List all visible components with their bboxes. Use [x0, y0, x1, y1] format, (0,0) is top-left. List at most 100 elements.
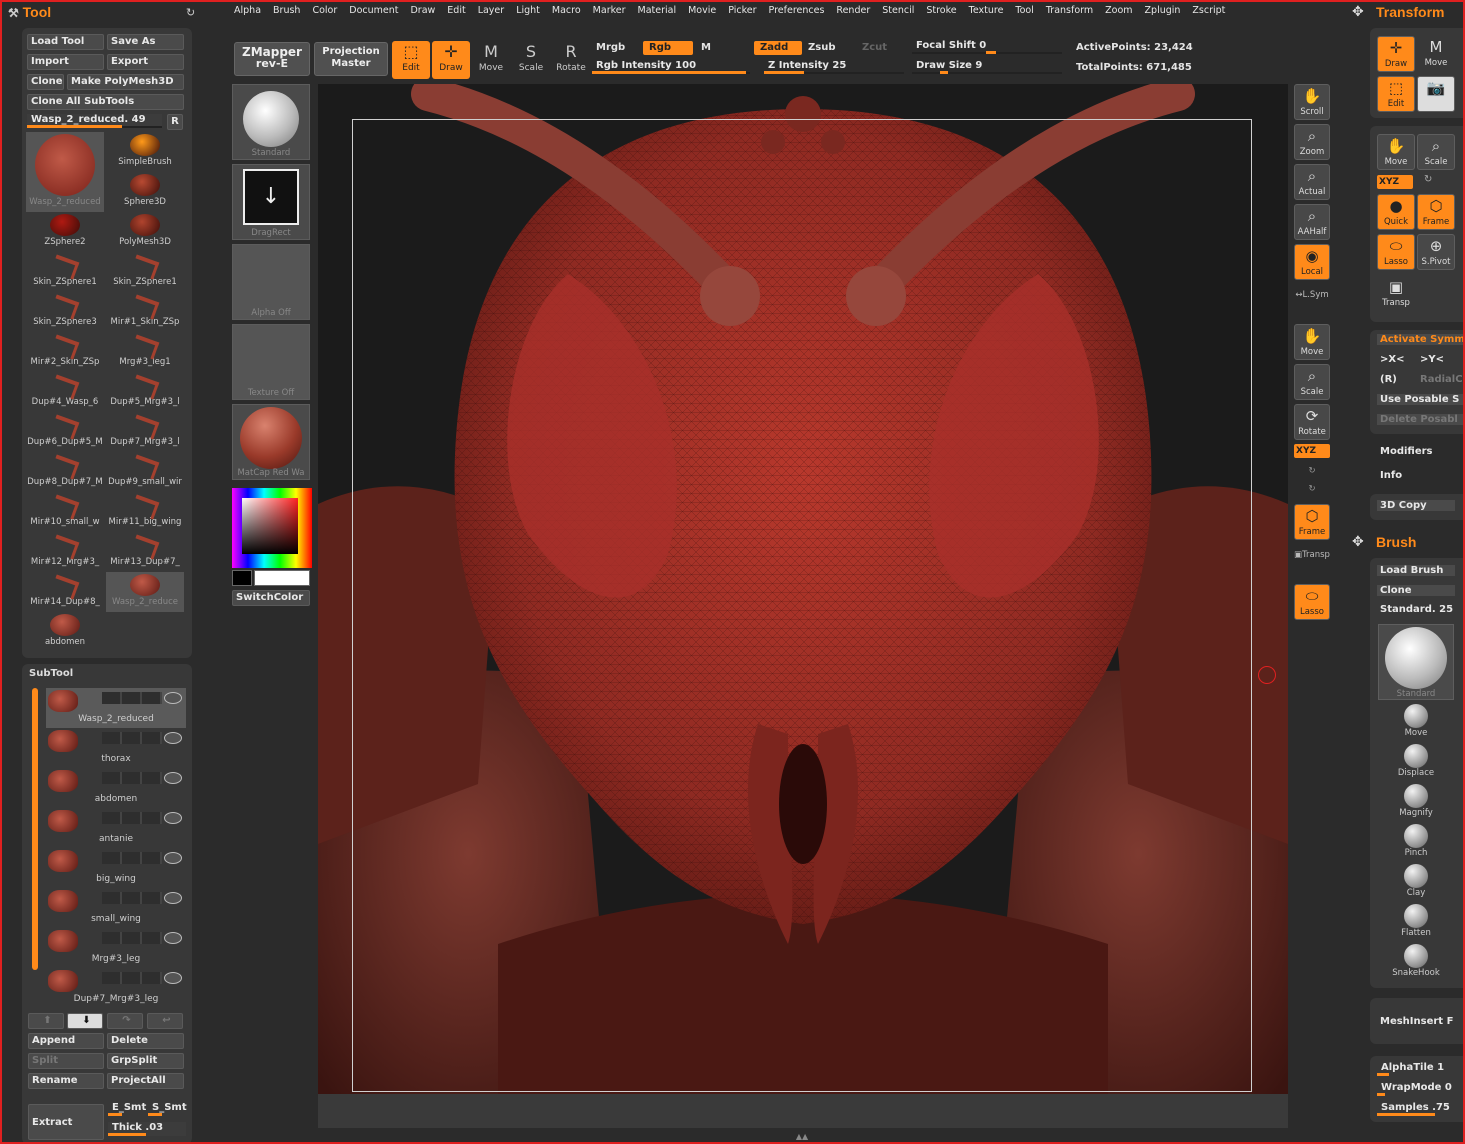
scale-mode-button[interactable]: S Scale: [512, 41, 550, 79]
tool-item[interactable]: PolyMesh3D: [106, 212, 184, 252]
canvas-viewport[interactable]: [318, 84, 1288, 1128]
transform-lasso-button[interactable]: ⬭ Lasso: [1377, 234, 1415, 270]
x-symmetry-toggle[interactable]: >X<: [1380, 354, 1404, 365]
material-selector[interactable]: MatCap Red Wa: [232, 404, 310, 480]
shelf-frame-button[interactable]: ⬡ Frame: [1294, 504, 1330, 540]
current-brush-tile[interactable]: Standard: [1378, 624, 1454, 700]
transform-move2-button[interactable]: ✋ Move: [1377, 134, 1415, 170]
tool-item[interactable]: Mir#13_Dup#7_: [106, 532, 184, 572]
visibility-eye-icon[interactable]: [164, 892, 182, 904]
samples-slider[interactable]: Samples .75: [1377, 1102, 1465, 1116]
menu-stencil[interactable]: Stencil: [876, 4, 920, 20]
rgb-toggle[interactable]: Rgb: [643, 41, 693, 55]
menu-light[interactable]: Light: [510, 4, 546, 20]
save-as-button[interactable]: Save As: [107, 34, 184, 50]
shelf-xyz-button[interactable]: XYZ: [1294, 444, 1330, 458]
current-tool-slider[interactable]: Wasp_2_reduced. 49: [27, 114, 162, 128]
menu-render[interactable]: Render: [830, 4, 876, 20]
menu-alpha[interactable]: Alpha: [228, 4, 267, 20]
alpha-tile-slider[interactable]: AlphaTile 1: [1377, 1062, 1465, 1076]
edit-mode-button[interactable]: ⬚ Edit: [392, 41, 430, 79]
tool-item[interactable]: Dup#9_small_wir: [106, 452, 184, 492]
subtool-item[interactable]: big_wing: [46, 848, 186, 888]
zmapper-button[interactable]: ZMapper rev-E: [234, 42, 310, 76]
rename-button[interactable]: Rename: [28, 1073, 104, 1089]
use-posable-symmetry-button[interactable]: Use Posable S: [1377, 394, 1465, 405]
load-tool-button[interactable]: Load Tool: [27, 34, 104, 50]
secondary-color-swatch[interactable]: [232, 570, 252, 586]
grpsplit-button[interactable]: GrpSplit: [107, 1053, 184, 1069]
menu-brush[interactable]: Brush: [267, 4, 306, 20]
transform-transp-button[interactable]: ▣ Transp: [1377, 276, 1415, 312]
menu-zplugin[interactable]: Zplugin: [1139, 4, 1187, 20]
subtool-item[interactable]: Dup#7_Mrg#3_leg: [46, 968, 186, 1008]
clone-button[interactable]: Clone: [27, 74, 64, 90]
import-button[interactable]: Import: [27, 54, 104, 70]
texture-selector[interactable]: Texture Off: [232, 324, 310, 400]
subtool-item[interactable]: small_wing: [46, 888, 186, 928]
subtool-scrollbar[interactable]: [32, 688, 38, 970]
info-section[interactable]: Info: [1380, 470, 1402, 481]
tool-item[interactable]: Mir#12_Mrg#3_: [26, 532, 104, 572]
shelf-lasso-button[interactable]: ⬭ Lasso: [1294, 584, 1330, 620]
alpha-selector[interactable]: Alpha Off: [232, 244, 310, 320]
transform-draw-button[interactable]: ✛ Draw: [1377, 36, 1415, 72]
export-button[interactable]: Export: [107, 54, 184, 70]
draw-size-slider[interactable]: Draw Size 9: [912, 60, 1062, 74]
menu-color[interactable]: Color: [306, 4, 343, 20]
menu-layer[interactable]: Layer: [472, 4, 511, 20]
tool-item[interactable]: Wasp_2_reduce: [106, 572, 184, 612]
subtool-item[interactable]: Mrg#3_leg: [46, 928, 186, 968]
visibility-eye-icon[interactable]: [164, 932, 182, 944]
zcut-toggle[interactable]: Zcut: [862, 42, 887, 53]
transform-move-button[interactable]: M Move: [1417, 36, 1455, 72]
shelf-move-button[interactable]: ✋ Move: [1294, 324, 1330, 360]
y-axis-rotate-icon[interactable]: ↻: [1424, 174, 1432, 185]
tool-item[interactable]: Dup#6_Dup#5_M: [26, 412, 104, 452]
menu-stroke[interactable]: Stroke: [920, 4, 962, 20]
thick-slider[interactable]: Thick .03: [108, 1122, 186, 1136]
menu-zoom[interactable]: Zoom: [1099, 4, 1138, 20]
make-polymesh3d-button[interactable]: Make PolyMesh3D: [67, 74, 184, 90]
z-intensity-slider[interactable]: Z Intensity 25: [764, 60, 904, 74]
delete-button[interactable]: Delete: [107, 1033, 184, 1049]
mrgb-toggle[interactable]: Mrgb: [596, 42, 625, 53]
tool-item[interactable]: Dup#4_Wasp_6: [26, 372, 104, 412]
visibility-eye-icon[interactable]: [164, 692, 182, 704]
shelf-actual-button[interactable]: ⌕ Actual: [1294, 164, 1330, 200]
tool-item[interactable]: Mir#10_small_w: [26, 492, 104, 532]
subtool-item[interactable]: abdomen: [46, 768, 186, 808]
tool-item[interactable]: Mrg#3_leg1: [106, 332, 184, 372]
menu-preferences[interactable]: Preferences: [763, 4, 831, 20]
tool-item[interactable]: Skin_ZSphere1: [106, 252, 184, 292]
shelf-lsym-button[interactable]: ↔L.Sym: [1294, 290, 1330, 300]
tool-item[interactable]: Skin_ZSphere1: [26, 252, 104, 292]
brush-clone-button[interactable]: Clone: [1377, 585, 1455, 596]
e-smt-toggle[interactable]: E_Smt: [108, 1102, 146, 1116]
tool-item[interactable]: Dup#5_Mrg#3_l: [106, 372, 184, 412]
move-mode-button[interactable]: M Move: [472, 41, 510, 79]
tool-item[interactable]: Dup#8_Dup#7_M: [26, 452, 104, 492]
shelf-zoom-button[interactable]: ⌕ Zoom: [1294, 124, 1330, 160]
menu-movie[interactable]: Movie: [682, 4, 722, 20]
subtool-item[interactable]: thorax: [46, 728, 186, 768]
visibility-eye-icon[interactable]: [164, 732, 182, 744]
tool-item[interactable]: Sphere3D: [106, 172, 184, 212]
shelf-rotate-button[interactable]: ⟳ Rotate: [1294, 404, 1330, 440]
y-axis-rotate-icon[interactable]: ↻: [1294, 466, 1330, 476]
shelf-local-button[interactable]: ◉ Local: [1294, 244, 1330, 280]
zsub-toggle[interactable]: Zsub: [808, 42, 835, 53]
tool-item[interactable]: ZSphere2: [26, 212, 104, 252]
shelf-transp-button[interactable]: ▣Transp: [1294, 550, 1330, 560]
brush-selector[interactable]: Standard: [232, 84, 310, 160]
subtool-item[interactable]: Wasp_2_reduced: [46, 688, 186, 728]
tool-item[interactable]: Skin_ZSphere3: [26, 292, 104, 332]
split-button[interactable]: Split: [28, 1053, 104, 1069]
rgb-intensity-slider[interactable]: Rgb Intensity 100: [592, 60, 750, 74]
menu-marker[interactable]: Marker: [587, 4, 632, 20]
activate-symmetry-button[interactable]: Activate Symm: [1377, 334, 1465, 345]
radial-count-slider[interactable]: RadialC: [1420, 374, 1463, 385]
clone-all-subtools-button[interactable]: Clone All SubTools: [27, 94, 184, 110]
subtool-item[interactable]: antanie: [46, 808, 186, 848]
visibility-eye-icon[interactable]: [164, 852, 182, 864]
